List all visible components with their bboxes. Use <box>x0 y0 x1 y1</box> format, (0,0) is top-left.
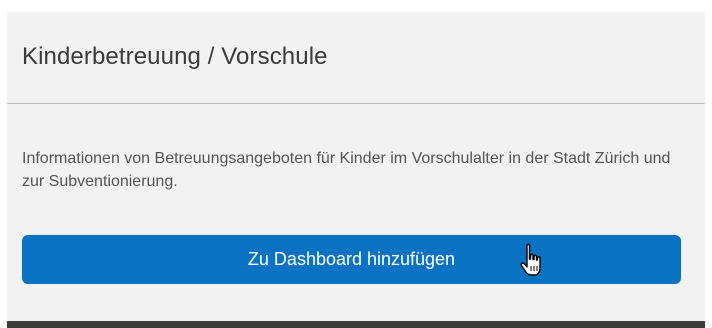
add-to-dashboard-label: Zu Dashboard hinzufügen <box>247 249 456 269</box>
card-title: Kinderbetreuung / Vorschule <box>22 43 328 70</box>
dataset-card: Kinderbetreuung / Vorschule Informatione… <box>7 12 705 321</box>
page: Kinderbetreuung / Vorschule Informatione… <box>0 0 712 328</box>
card-description: Informationen von Betreuungsangeboten fü… <box>22 150 671 190</box>
add-to-dashboard-button[interactable]: Zu Dashboard hinzufügen <box>22 235 681 284</box>
footer-bar <box>7 321 705 328</box>
hand-pointer-icon <box>520 243 541 276</box>
card-header: Kinderbetreuung / Vorschule <box>7 12 705 104</box>
